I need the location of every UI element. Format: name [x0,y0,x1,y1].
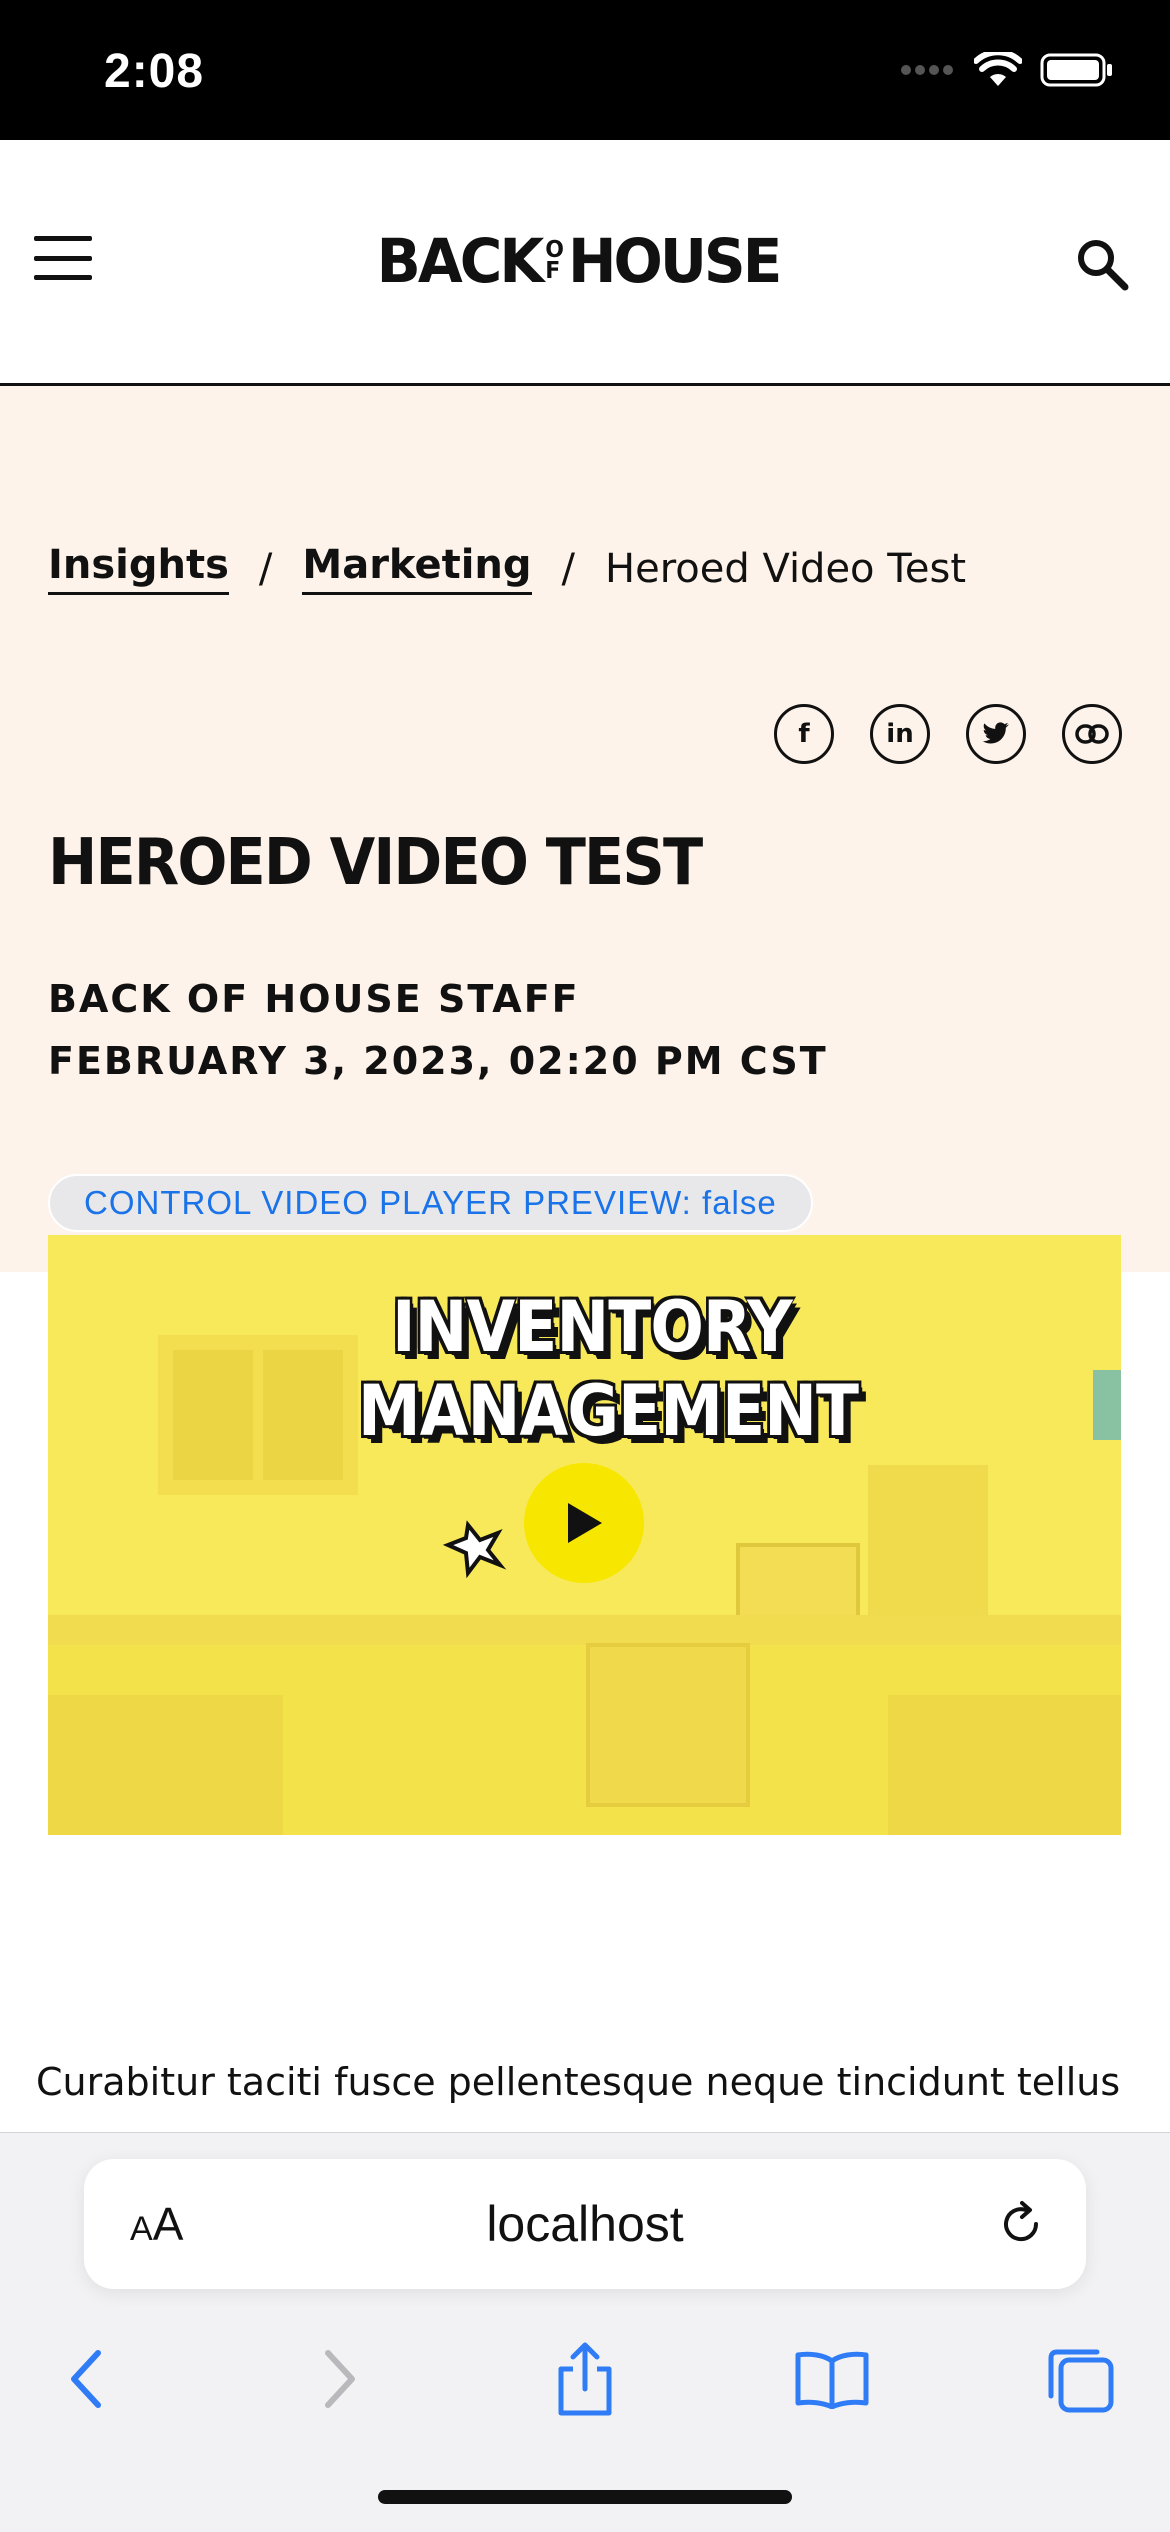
article-author: BACK OF HOUSE STAFF [48,977,580,1021]
browser-toolbar [0,2333,1170,2433]
address-bar[interactable]: AA localhost [84,2159,1086,2289]
logo-back: BACK [376,225,545,297]
logo-of-bottom: F [545,257,561,285]
preview-control-pill[interactable]: CONTROL VIDEO PLAYER PREVIEW: false [48,1174,813,1232]
menu-line [34,255,92,261]
facebook-icon[interactable]: f [774,704,834,764]
twitter-icon[interactable] [966,704,1026,764]
site-logo[interactable]: BACK O F HOUSE [377,224,783,298]
twitter-glyph [982,722,1009,744]
play-button[interactable] [524,1463,644,1583]
home-indicator[interactable] [378,2490,792,2504]
linkedin-glyph: in [886,719,914,749]
tabs-icon[interactable] [1040,2339,1120,2419]
breadcrumb-separator: / [561,545,576,592]
link-glyph [1075,724,1109,744]
share-buttons: f in [774,704,1122,764]
cellular-icon [901,65,953,75]
browser-bottom-bar: AA localhost [0,2132,1170,2532]
status-time: 2:08 [104,45,205,98]
facebook-glyph: f [798,719,810,749]
article-body-paragraph: Curabitur taciti fusce pellentesque nequ… [36,2060,1121,2104]
video-title-overlay: INVENTORY MANAGEMENT [358,1285,859,1453]
bookmarks-icon[interactable] [792,2339,872,2419]
battery-icon [1040,53,1112,87]
logo-house: HOUSE [567,225,782,297]
reload-icon[interactable] [994,2197,1048,2251]
site-header: BACK O F HOUSE [0,140,1170,386]
breadcrumb-current: Heroed Video Test [605,545,967,592]
menu-line [34,275,92,280]
url-text: localhost [486,2196,684,2252]
back-icon[interactable] [46,2339,126,2419]
breadcrumb-link-marketing[interactable]: Marketing [302,542,532,595]
forward-icon[interactable] [300,2339,380,2419]
video-player[interactable]: INVENTORY MANAGEMENT [48,1235,1121,1835]
link-icon[interactable] [1062,704,1122,764]
status-icons [900,52,1114,88]
menu-line [34,236,92,241]
play-icon [568,1503,602,1543]
hamburger-menu-icon[interactable] [34,236,92,280]
wifi-icon [974,52,1022,86]
article-byline: BACK OF HOUSE STAFF FEBRUARY 3, 2023, 02… [48,968,828,1092]
video-title-line: MANAGEMENT [358,1370,859,1452]
breadcrumb-separator: / [258,545,273,592]
status-bar: 2:08 [0,0,1170,140]
article-hero: Insights / Marketing / Heroed Video Test… [0,386,1170,1272]
search-icon[interactable] [1074,236,1130,292]
article-date: FEBRUARY 3, 2023, 02:20 PM CST [48,1039,828,1083]
article-title: HEROED VIDEO TEST [48,826,703,900]
video-title-line: INVENTORY [392,1286,793,1368]
breadcrumb-link-insights[interactable]: Insights [48,542,229,595]
share-icon[interactable] [545,2339,625,2419]
breadcrumb: Insights / Marketing / Heroed Video Test [48,542,966,595]
logo-of: O F [545,238,564,285]
linkedin-icon[interactable]: in [870,704,930,764]
